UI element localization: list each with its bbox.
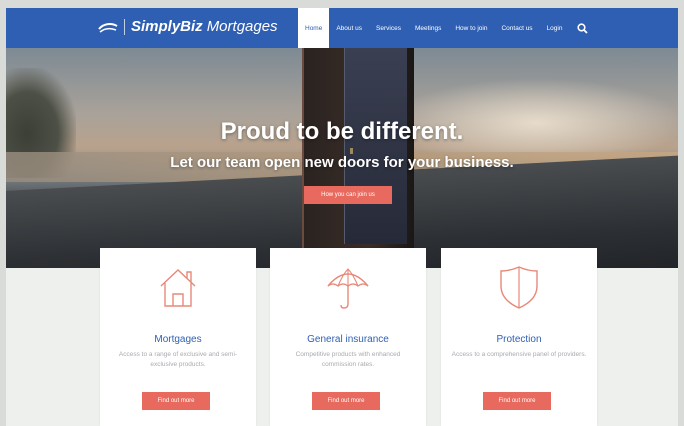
umbrella-icon [327, 268, 369, 309]
brand-name-light: Mortgages [206, 18, 278, 35]
logo-divider [124, 18, 125, 35]
logo-swoosh-icon [98, 22, 118, 33]
card-mortgages: Mortgages Access to a range of exclusive… [100, 248, 256, 426]
hero-door-image [302, 48, 414, 248]
nav-item-meetings[interactable]: Meetings [408, 8, 448, 48]
search-icon [577, 22, 589, 34]
main-menu: Home About us Services Meetings How to j… [298, 8, 596, 48]
nav-item-about-us[interactable]: About us [329, 8, 369, 48]
nav-item-home[interactable]: Home [298, 8, 330, 48]
nav-item-services[interactable]: Services [369, 8, 408, 48]
house-icon [160, 269, 196, 307]
search-button[interactable] [569, 8, 596, 48]
find-out-more-button[interactable]: Find out more [142, 392, 210, 410]
card-description: Access to a comprehensive panel of provi… [451, 351, 587, 358]
site-logo[interactable]: SimplyBiz Mortgages [98, 18, 278, 35]
card-general-insurance: General insurance Competitive products w… [270, 248, 426, 426]
website-page: SimplyBiz Mortgages Home About us Servic… [6, 8, 678, 426]
card-title: Mortgages [154, 334, 202, 345]
nav-item-contact-us[interactable]: Contact us [494, 8, 539, 48]
card-protection: Protection Access to a comprehensive pan… [441, 248, 597, 426]
brand-name-bold: SimplyBiz [131, 18, 203, 35]
card-description: Competitive products with enhanced commi… [295, 351, 401, 368]
find-out-more-button[interactable]: Find out more [312, 392, 380, 410]
shield-icon [500, 266, 538, 309]
join-us-button[interactable]: How you can join us [304, 186, 392, 204]
nav-item-how-to-join[interactable]: How to join [448, 8, 494, 48]
card-title: General insurance [307, 334, 389, 345]
card-title: Protection [496, 334, 542, 345]
card-description: Access to a range of exclusive and semi-… [118, 351, 238, 368]
find-out-more-button[interactable]: Find out more [483, 392, 551, 410]
door-panel [344, 48, 407, 244]
hero-subtitle: Let our team open new doors for your bus… [170, 154, 514, 171]
hero-title: Proud to be different. [220, 118, 464, 145]
nav-item-login[interactable]: Login [540, 8, 570, 48]
hero-banner: Proud to be different. Let our team open… [6, 48, 678, 268]
top-navigation-bar: SimplyBiz Mortgages Home About us Servic… [6, 8, 678, 48]
